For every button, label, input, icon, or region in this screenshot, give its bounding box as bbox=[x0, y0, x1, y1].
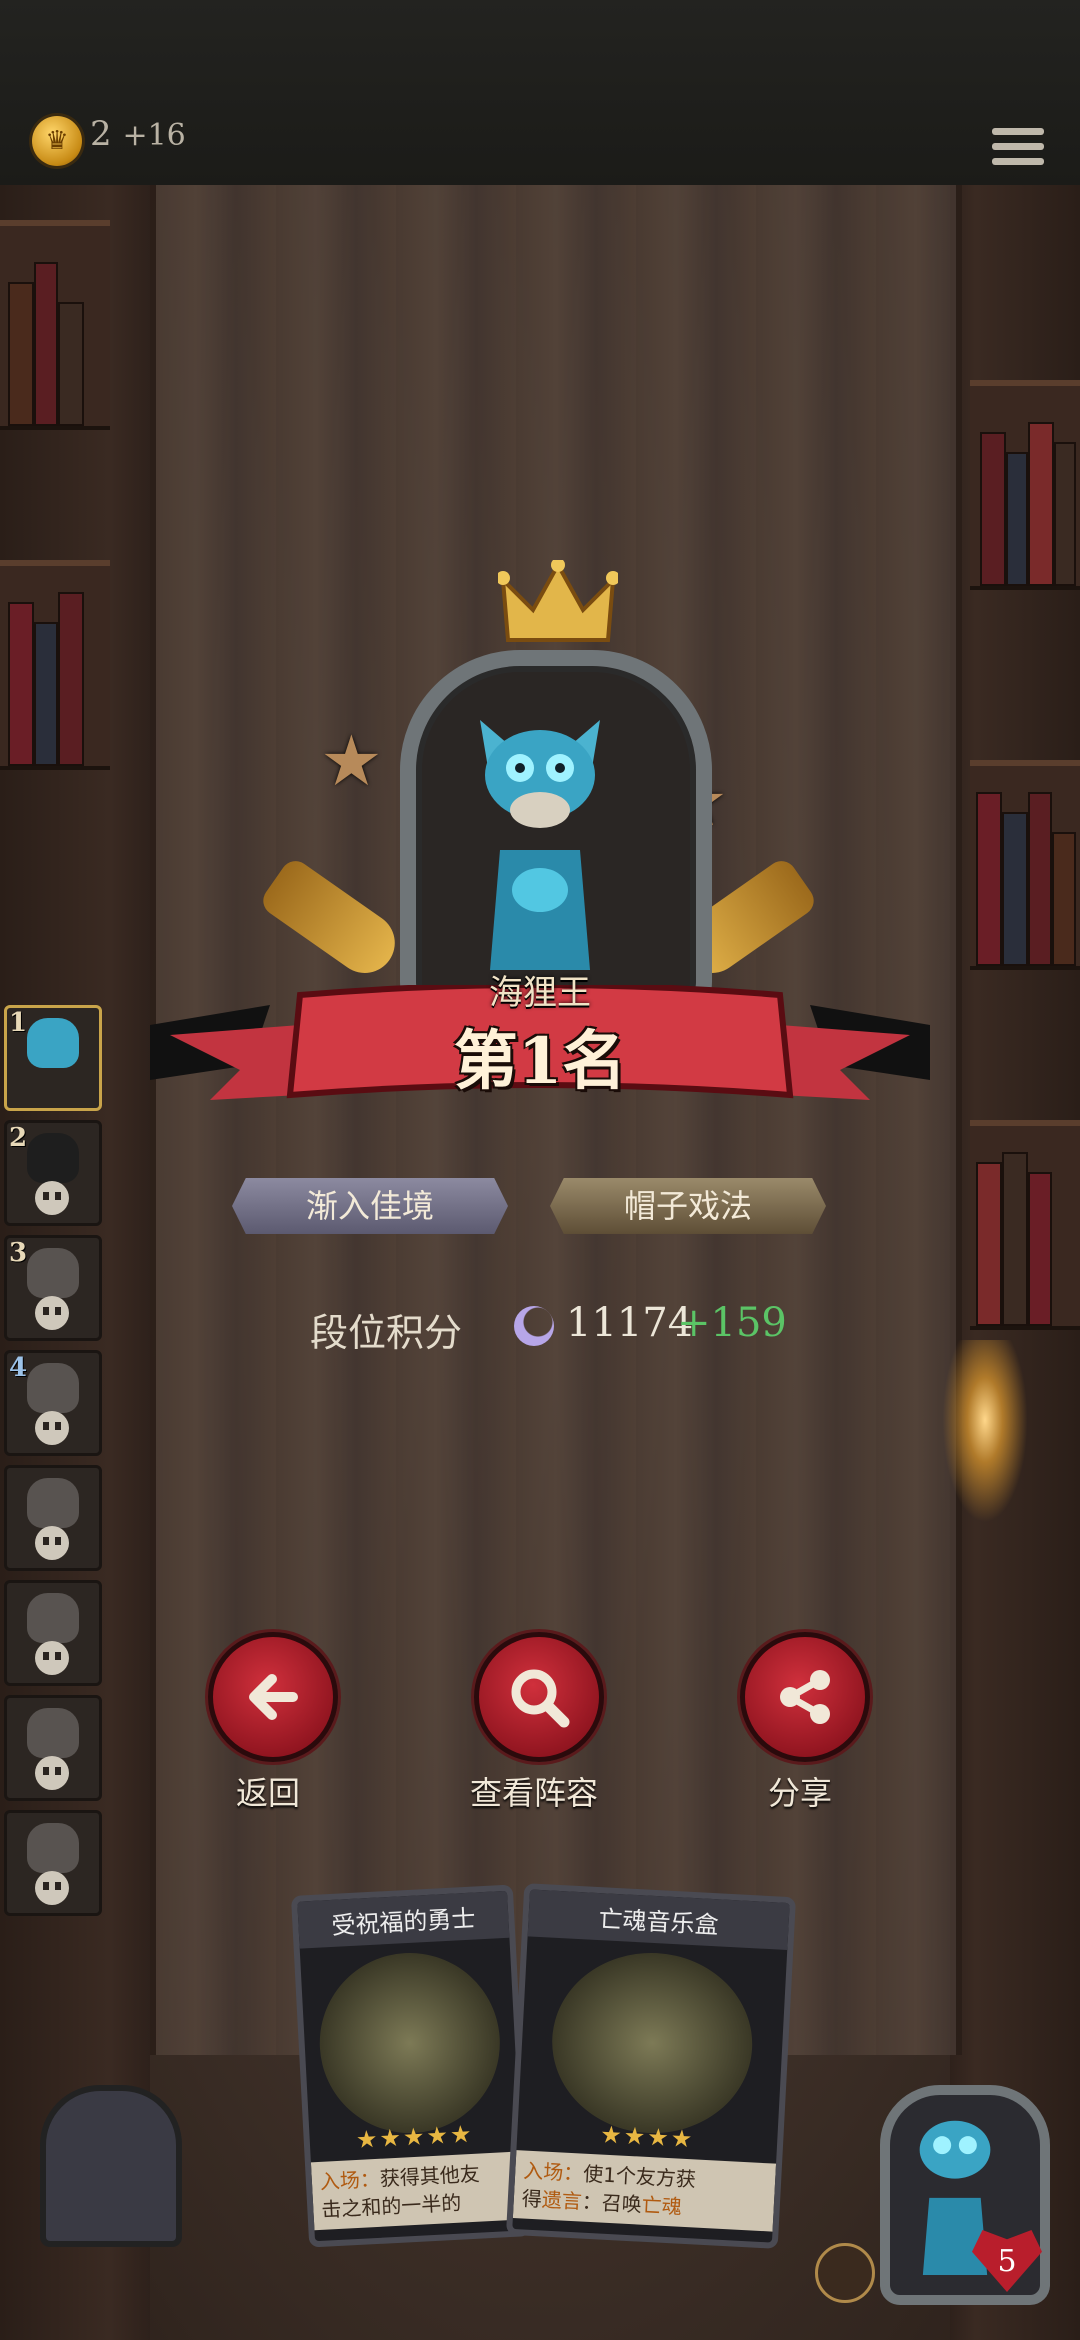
skull-icon bbox=[35, 1296, 69, 1330]
skull-icon bbox=[35, 1641, 69, 1675]
skull-icon bbox=[35, 1526, 69, 1560]
back-button[interactable] bbox=[208, 1632, 338, 1762]
bookshelf-left bbox=[0, 220, 110, 430]
player-hero-portrait[interactable] bbox=[880, 2085, 1050, 2305]
card-description: 入场：使1个友方获 得遗言：召唤亡魂 bbox=[512, 2150, 777, 2232]
share-button[interactable] bbox=[740, 1632, 870, 1762]
coin-count: 2 bbox=[90, 114, 112, 154]
magnifier-icon[interactable] bbox=[474, 1632, 604, 1762]
lantern-glow bbox=[935, 1340, 1035, 1540]
roster-slot[interactable]: 3 bbox=[4, 1235, 102, 1341]
skull-icon bbox=[35, 1871, 69, 1905]
achievement-tag: 帽子戏法 bbox=[550, 1178, 826, 1234]
roster-rank: 3 bbox=[9, 1238, 28, 1268]
blessed-warrior-art bbox=[315, 1948, 505, 2138]
helmet-icon[interactable] bbox=[815, 2243, 875, 2303]
view-lineup-button[interactable] bbox=[474, 1632, 604, 1762]
achievement-tag: 渐入佳境 bbox=[232, 1178, 508, 1234]
rank-score-value: 11174 bbox=[566, 1300, 694, 1346]
card-stars: ★★★★★ bbox=[355, 2119, 475, 2154]
skull-icon bbox=[35, 1756, 69, 1790]
skull-icon bbox=[35, 1181, 69, 1215]
hamburger-menu-icon[interactable] bbox=[992, 128, 1044, 172]
music-box-art bbox=[547, 1947, 757, 2139]
crown-coin-icon: ♛ bbox=[32, 116, 82, 166]
rank-score-label: 段位积分 bbox=[310, 1311, 463, 1355]
rank-score-delta: +159 bbox=[677, 1300, 787, 1346]
share-icon[interactable] bbox=[740, 1632, 870, 1762]
roster-slot[interactable] bbox=[4, 1580, 102, 1686]
roster-slot[interactable] bbox=[4, 1695, 102, 1801]
roster-rank: 4 bbox=[9, 1353, 28, 1383]
roster-slot[interactable] bbox=[4, 1465, 102, 1571]
moon-rank-icon bbox=[514, 1306, 554, 1346]
roster-slot[interactable] bbox=[4, 1810, 102, 1916]
view-lineup-label[interactable]: 查看阵容 bbox=[434, 1768, 634, 1814]
bookshelf-right bbox=[970, 380, 1080, 590]
roster-slot[interactable]: 2 bbox=[4, 1120, 102, 1226]
crown-icon bbox=[498, 560, 618, 642]
card-description: 入场：获得其他友 击之和的一半的 bbox=[310, 2151, 525, 2231]
lives-count: 5 bbox=[997, 2243, 1017, 2279]
bookshelf-right bbox=[970, 1120, 1080, 1330]
card-title: 亡魂音乐盒 bbox=[527, 1889, 790, 1950]
bookshelf-right bbox=[970, 760, 1080, 970]
coin-counter: 2 +16 bbox=[90, 114, 186, 154]
top-bar: ♛ 2 +16 bbox=[0, 0, 1080, 188]
back-label[interactable]: 返回 bbox=[168, 1768, 368, 1814]
beaver-king-avatar bbox=[27, 1018, 79, 1068]
skull-icon bbox=[35, 1411, 69, 1445]
minion-card[interactable]: 受祝福的勇士 ★★★★★ 入场：获得其他友 击之和的一半的 bbox=[290, 1884, 532, 2248]
share-label[interactable]: 分享 bbox=[700, 1768, 900, 1814]
roster-rank: 1 bbox=[9, 1008, 28, 1038]
star-ornament-icon: ★ bbox=[320, 720, 383, 802]
card-title: 受祝福的勇士 bbox=[297, 1890, 510, 1949]
minion-card[interactable]: 亡魂音乐盒 ★★★★ 入场：使1个友方获 得遗言：召唤亡魂 bbox=[505, 1883, 797, 2249]
spell-portal-icon[interactable] bbox=[40, 2085, 182, 2247]
placement-rank: 第1名 bbox=[453, 1024, 627, 1099]
roster-slot[interactable]: 1 bbox=[4, 1005, 102, 1111]
arrow-left-icon[interactable] bbox=[208, 1632, 338, 1762]
roster-rank: 2 bbox=[9, 1123, 28, 1153]
coin-delta: +16 bbox=[122, 118, 186, 153]
hero-name: 海狸王 bbox=[489, 973, 591, 1013]
beaver-king-hero-portrait bbox=[480, 720, 600, 970]
roster-slot[interactable]: 4 bbox=[4, 1350, 102, 1456]
bookshelf-left bbox=[0, 560, 110, 770]
